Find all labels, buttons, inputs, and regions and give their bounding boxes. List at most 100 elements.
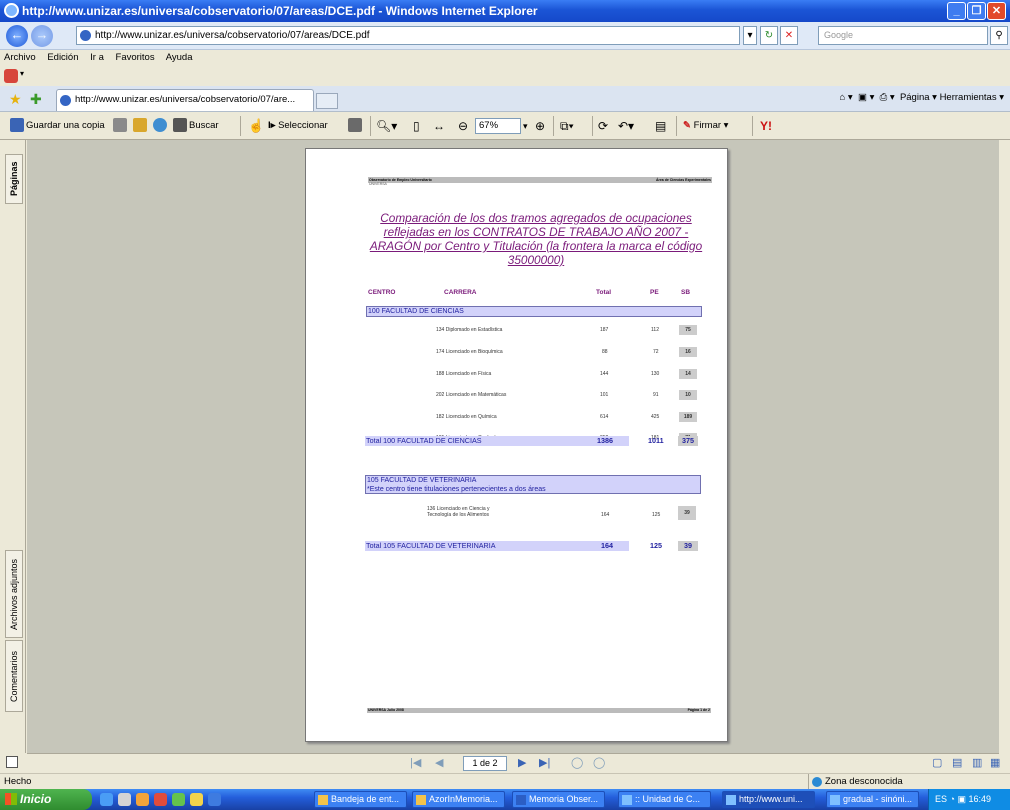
forward-button[interactable]: →	[31, 25, 53, 47]
start-button[interactable]: Inicio	[0, 789, 92, 810]
panel-toggle[interactable]	[0, 753, 27, 773]
vertical-scrollbar[interactable]	[999, 140, 1010, 753]
facing-icon[interactable]: ▥	[972, 756, 982, 769]
addon-icon[interactable]	[4, 69, 18, 83]
language-indicator[interactable]: ES	[935, 794, 947, 804]
print-button[interactable]	[113, 117, 129, 135]
zoom-in-icon: ⊕	[535, 119, 546, 133]
zoom-tool-button[interactable]: 🔍︎▾	[376, 117, 397, 135]
hand-tool-button[interactable]: ☝	[248, 117, 264, 135]
media-quicklaunch-icon[interactable]	[172, 793, 185, 806]
menu-ayuda[interactable]: Ayuda	[166, 52, 193, 63]
row-carrera: 134 Diplomado en Estadística	[436, 327, 503, 333]
clock[interactable]: 16:49	[968, 794, 991, 804]
page-layout-button[interactable]: ⧉▾	[560, 117, 574, 135]
ie-quicklaunch-icon[interactable]	[100, 793, 113, 806]
stop-button[interactable]: ✕	[780, 26, 798, 45]
folder-quicklaunch-icon[interactable]	[190, 793, 203, 806]
zoom-out-button[interactable]: ⊖	[458, 117, 468, 135]
home-icon[interactable]: ⌂ ▾	[840, 92, 853, 103]
minimize-button[interactable]: _	[947, 2, 966, 20]
zoom-in-button[interactable]: ⊕	[535, 117, 545, 135]
close-button[interactable]: ✕	[987, 2, 1006, 20]
mail-quicklaunch-icon[interactable]	[154, 793, 167, 806]
single-page-icon[interactable]: ▢	[932, 756, 942, 769]
fit-page-button[interactable]: ▯	[413, 117, 420, 135]
task-word[interactable]: Memoria Obser...	[512, 791, 605, 808]
page-number-input[interactable]: 1 de 2	[463, 756, 507, 771]
new-tab-button[interactable]	[316, 93, 338, 109]
page-navigation-bar: |◀ ◀ 1 de 2 ▶ ▶| ◯ ◯ ▢ ▤ ▥ ▦	[27, 753, 1000, 773]
word-icon	[516, 795, 526, 805]
undo-button[interactable]: ↶▾	[618, 117, 634, 135]
refresh-button[interactable]: ↻	[760, 26, 778, 45]
save-icon	[10, 118, 24, 133]
ie-icon	[830, 795, 840, 805]
sign-button[interactable]: ✎ Firmar ▾	[683, 117, 728, 135]
address-dropdown-button[interactable]: ▾	[743, 26, 757, 45]
save-copy-button[interactable]: Guardar una copia	[10, 117, 105, 135]
previous-view-icon[interactable]: ◯	[571, 756, 583, 769]
back-button[interactable]: ←	[6, 25, 28, 47]
yahoo-button[interactable]: Y!	[760, 117, 772, 135]
print-icon[interactable]: ⎙ ▾	[880, 92, 895, 103]
pdf-side-panel: Páginas Archivos adjuntos Comentarios	[0, 140, 26, 753]
globe-icon	[153, 118, 167, 133]
menu-favoritos[interactable]: Favoritos	[116, 52, 155, 63]
first-page-icon[interactable]: |◀	[410, 756, 421, 769]
extra-quicklaunch-icon[interactable]	[208, 793, 221, 806]
tab-favicon-icon	[60, 95, 71, 106]
add-favorite-icon[interactable]: ✚	[30, 91, 42, 108]
task-ie-unidad[interactable]: :: Unidad de C...	[618, 791, 711, 808]
chevron-down-icon[interactable]: ▾	[20, 69, 24, 78]
page-tools-menu[interactable]: Página ▾ Herramientas ▾	[900, 92, 1004, 103]
taskbar: Inicio Bandeja de ent... AzorInMemoria..…	[0, 789, 1010, 810]
window-title-bar[interactable]: http://www.unizar.es/universa/cobservato…	[0, 0, 1010, 22]
zoom-dropdown[interactable]: ▾	[523, 117, 528, 135]
menu-edicion[interactable]: Edición	[47, 52, 78, 63]
search-pdf-label: Buscar	[189, 120, 219, 131]
pen-icon: ✎	[683, 120, 694, 131]
snapshot-button[interactable]	[348, 117, 364, 135]
next-view-icon[interactable]: ◯	[593, 756, 605, 769]
select-tool-button[interactable]: I▸ Seleccionar	[268, 117, 328, 135]
last-page-icon[interactable]: ▶|	[539, 756, 550, 769]
search-button[interactable]: ⚲	[990, 26, 1008, 45]
web-button[interactable]	[153, 117, 169, 135]
address-bar[interactable]: http://www.unizar.es/universa/cobservato…	[76, 26, 740, 45]
desktop-quicklaunch-icon[interactable]	[118, 793, 131, 806]
feeds-icon[interactable]: ▣ ▾	[858, 92, 874, 103]
search-pdf-button[interactable]: Buscar	[173, 117, 219, 135]
task-ie-current[interactable]: http://www.uni...	[722, 791, 815, 808]
task-label: Bandeja de ent...	[331, 794, 400, 804]
task-folder[interactable]: AzorInMemoria...	[412, 791, 505, 808]
address-row: ← → http://www.unizar.es/universa/cobser…	[0, 22, 1010, 50]
task-outlook[interactable]: Bandeja de ent...	[314, 791, 407, 808]
task-ie-gradual[interactable]: gradual - sinóni...	[826, 791, 919, 808]
favorites-star-icon[interactable]: ★	[9, 91, 22, 108]
document-button[interactable]: ▤	[655, 117, 666, 135]
fit-width-button[interactable]: ↔	[433, 117, 445, 135]
previous-page-icon[interactable]: ◀	[435, 756, 443, 769]
continuous-icon[interactable]: ▤	[952, 756, 962, 769]
pages-tab[interactable]: Páginas	[5, 154, 23, 204]
app-quicklaunch-icon[interactable]	[136, 793, 149, 806]
search-input[interactable]: Google	[818, 26, 988, 45]
continuous-facing-icon[interactable]: ▦	[990, 756, 1000, 769]
fit-page-icon: ▯	[413, 119, 420, 133]
menu-ir-a[interactable]: Ir a	[90, 52, 104, 63]
tab-row: ★ ✚ http://www.unizar.es/universa/cobser…	[0, 86, 1010, 112]
maximize-button[interactable]: ❐	[967, 2, 986, 20]
comments-tab[interactable]: Comentarios	[5, 640, 23, 712]
zoom-input[interactable]: 67%	[475, 118, 521, 134]
email-button[interactable]	[133, 117, 149, 135]
attachments-tab[interactable]: Archivos adjuntos	[5, 550, 23, 638]
next-page-icon[interactable]: ▶	[518, 756, 526, 769]
menu-archivo[interactable]: Archivo	[4, 52, 36, 63]
browser-tab[interactable]: http://www.unizar.es/universa/cobservato…	[56, 89, 314, 111]
row-pe: 181	[651, 435, 660, 441]
security-zone[interactable]: Zona desconocida	[808, 774, 1010, 790]
system-tray: ES ◔ ▣ 16:49	[928, 789, 1010, 810]
tray-icons[interactable]: ◔ ▣	[950, 794, 969, 804]
rotate-button[interactable]: ⟳	[598, 117, 608, 135]
